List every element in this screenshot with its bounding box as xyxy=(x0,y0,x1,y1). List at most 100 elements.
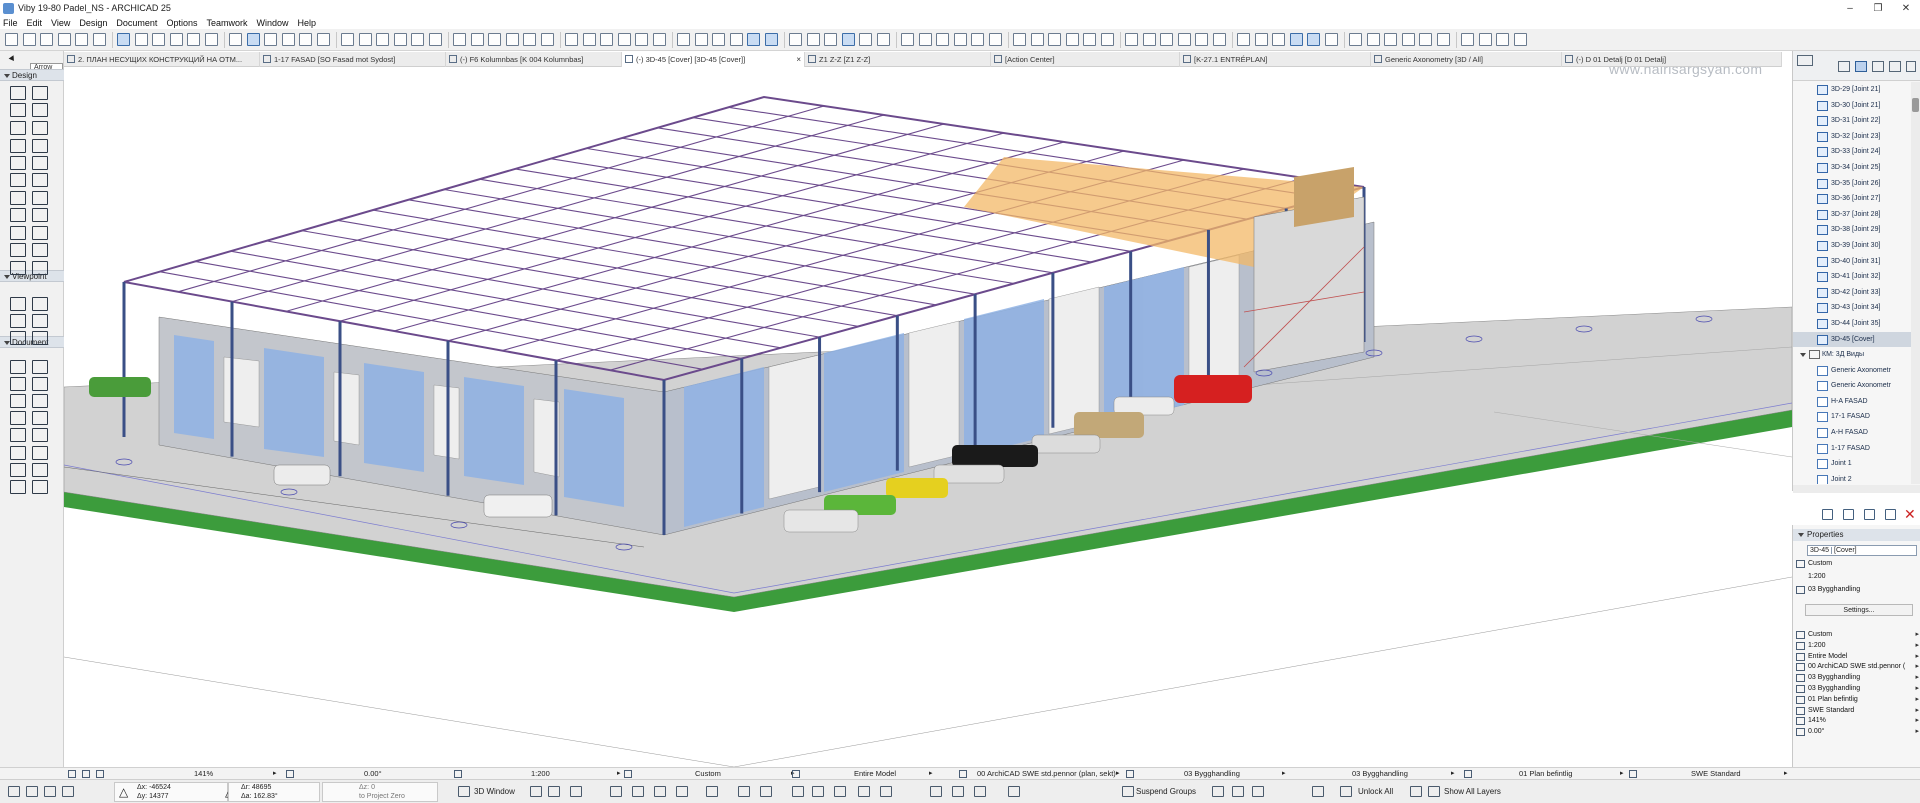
story-up-icon[interactable] xyxy=(1254,33,1268,46)
layout-book-icon[interactable] xyxy=(1872,61,1884,72)
tab-generic-axonometry[interactable]: Generic Axonometry [3D / All] xyxy=(1371,52,1562,67)
minimize-icon[interactable]: – xyxy=(1836,0,1864,16)
tool-icon[interactable] xyxy=(32,463,48,477)
navigator-view-item[interactable]: 3D-32 [Joint 23] xyxy=(1793,129,1911,145)
dimension-icon[interactable] xyxy=(1629,770,1637,778)
navigator-view-item[interactable]: 3D-36 [Joint 27] xyxy=(1793,191,1911,207)
shell-icon[interactable] xyxy=(32,121,48,135)
skylight-icon[interactable] xyxy=(32,173,48,187)
syringe-icon[interactable] xyxy=(134,33,148,46)
renovation-icon[interactable] xyxy=(582,33,596,46)
text-icon[interactable] xyxy=(10,314,26,328)
tab-z1-section[interactable]: Z1 Z-Z [Z1 Z-Z] xyxy=(805,52,991,67)
pointer-icon[interactable] xyxy=(8,786,20,797)
grid-display-icon[interactable] xyxy=(930,786,942,797)
navigator-view-item[interactable]: Generic Axonometr xyxy=(1793,378,1911,394)
fit-window-icon[interactable] xyxy=(1513,33,1527,46)
roof-icon[interactable] xyxy=(635,33,648,46)
label-icon[interactable] xyxy=(1013,33,1026,46)
property-layer-combination[interactable]: 03 Bygghandling xyxy=(1793,584,1920,596)
gravity-icon[interactable] xyxy=(187,33,200,46)
tab-structural-plan[interactable]: 2. ПЛАН НЕСУЩИХ КОНСТРУКЦИЙ НА ОТМ... xyxy=(64,52,260,67)
collision-icon[interactable] xyxy=(858,786,870,797)
roof-icon[interactable] xyxy=(10,121,26,135)
tool-icon[interactable] xyxy=(10,463,26,477)
zones-icon[interactable] xyxy=(281,33,295,46)
model-filter-icon[interactable] xyxy=(738,786,750,797)
navigator-menu-icon[interactable] xyxy=(1797,55,1813,66)
trace-icon[interactable] xyxy=(204,33,218,46)
menu-design[interactable]: Design xyxy=(79,18,107,28)
navigator-view-item[interactable]: 3D-34 [Joint 25] xyxy=(1793,160,1911,176)
suspend-icon[interactable] xyxy=(540,33,554,46)
radial-dimension-icon[interactable] xyxy=(32,297,48,311)
dimension-icon[interactable] xyxy=(1048,33,1061,46)
mesh-icon[interactable] xyxy=(32,208,48,222)
tab-detail-d01[interactable]: (-) D 01 Detalj [D 01 Detalj] xyxy=(1562,52,1782,67)
shell-icon[interactable] xyxy=(652,33,666,46)
walk-icon[interactable] xyxy=(676,786,688,797)
marquee-icon[interactable] xyxy=(1401,33,1415,46)
tool-icon[interactable] xyxy=(10,446,26,460)
guide-icon[interactable] xyxy=(44,786,56,797)
redo-icon[interactable] xyxy=(22,33,36,46)
menu-window[interactable]: Window xyxy=(256,18,288,28)
zoom-in-icon[interactable] xyxy=(82,770,90,778)
navigator-view-item[interactable]: 1-17 FASAD xyxy=(1793,441,1911,457)
menu-help[interactable]: Help xyxy=(298,18,317,28)
undo-icon[interactable] xyxy=(5,33,18,46)
expand-arrow-icon[interactable]: ▸ xyxy=(1915,726,1919,738)
select-elements-icon[interactable] xyxy=(834,786,846,797)
hotspot-icon[interactable] xyxy=(10,394,26,408)
save-view-icon[interactable] xyxy=(1843,509,1854,520)
window-icon[interactable] xyxy=(10,173,26,187)
navigator-view-item[interactable]: 3D-38 [Joint 29] xyxy=(1793,222,1911,238)
trace-reference-icon[interactable] xyxy=(1419,33,1432,46)
unlock-all-icon[interactable] xyxy=(1340,786,1352,797)
send-icon[interactable] xyxy=(729,33,743,46)
unlock-all-button[interactable]: Unlock All xyxy=(1358,787,1393,796)
offset-icon[interactable] xyxy=(341,33,354,46)
door-icon[interactable] xyxy=(32,156,48,170)
tab-entreplan[interactable]: [K-27.1 ENTRÉPLAN] xyxy=(1180,52,1371,67)
menu-view[interactable]: View xyxy=(51,18,70,28)
library-icon[interactable] xyxy=(971,33,984,46)
project-map-icon[interactable] xyxy=(1838,61,1850,72)
eyedropper-icon[interactable] xyxy=(117,33,130,46)
fill-icon[interactable] xyxy=(32,377,48,391)
view-settings-icon[interactable] xyxy=(1885,509,1896,520)
stairs-icon[interactable] xyxy=(264,33,277,46)
3d-style-icon[interactable] xyxy=(530,786,542,797)
navigator-view-item[interactable]: 3D-43 [Joint 34] xyxy=(1793,300,1911,316)
elevation-icon[interactable] xyxy=(10,261,26,275)
trace-icon[interactable] xyxy=(952,786,964,797)
expand-triangle-icon[interactable] xyxy=(1800,353,1806,358)
property-structure[interactable]: Custom xyxy=(1793,558,1920,570)
show-layers-icon[interactable] xyxy=(1428,786,1440,797)
dimension-icon[interactable] xyxy=(32,261,48,275)
navigator-view-item[interactable]: 3D-45 [Cover] xyxy=(1793,331,1911,348)
morph-icon[interactable] xyxy=(10,226,26,240)
3d-model-viewport[interactable]: www.nairisargsyan.com xyxy=(64,67,1792,767)
markup-icon[interactable] xyxy=(764,33,778,46)
tab-kolumnbas[interactable]: (-) F6 Kolumnbas [K 004 Kolumnbas] xyxy=(446,52,622,67)
list-icon[interactable] xyxy=(936,33,949,46)
elevate-icon[interactable] xyxy=(470,33,484,46)
tab-3d-45-cover[interactable]: (-) 3D-45 [Cover] [3D-45 [Cover]] × xyxy=(622,52,805,67)
lamp-icon[interactable] xyxy=(32,191,48,205)
navigator-view-item[interactable]: 3D-35 [Joint 26] xyxy=(1793,176,1911,192)
hotlink-icon[interactable] xyxy=(1312,786,1324,797)
ungroup-icon[interactable] xyxy=(1232,786,1244,797)
align-icon[interactable] xyxy=(428,33,442,46)
line-icon[interactable] xyxy=(1083,33,1096,46)
curtain-wall-icon[interactable] xyxy=(10,156,26,170)
beam-icon[interactable] xyxy=(10,103,26,117)
rotate-icon[interactable] xyxy=(316,33,330,46)
properties-header[interactable]: Properties xyxy=(1793,529,1920,541)
tool-icon[interactable] xyxy=(32,480,48,494)
layers-icon[interactable] xyxy=(1410,786,1422,797)
distribute-icon[interactable] xyxy=(453,33,466,46)
3d-window-icon[interactable] xyxy=(458,786,470,797)
property-scale[interactable]: 1:200 xyxy=(1793,571,1920,583)
close-icon[interactable]: ✕ xyxy=(1892,0,1920,16)
